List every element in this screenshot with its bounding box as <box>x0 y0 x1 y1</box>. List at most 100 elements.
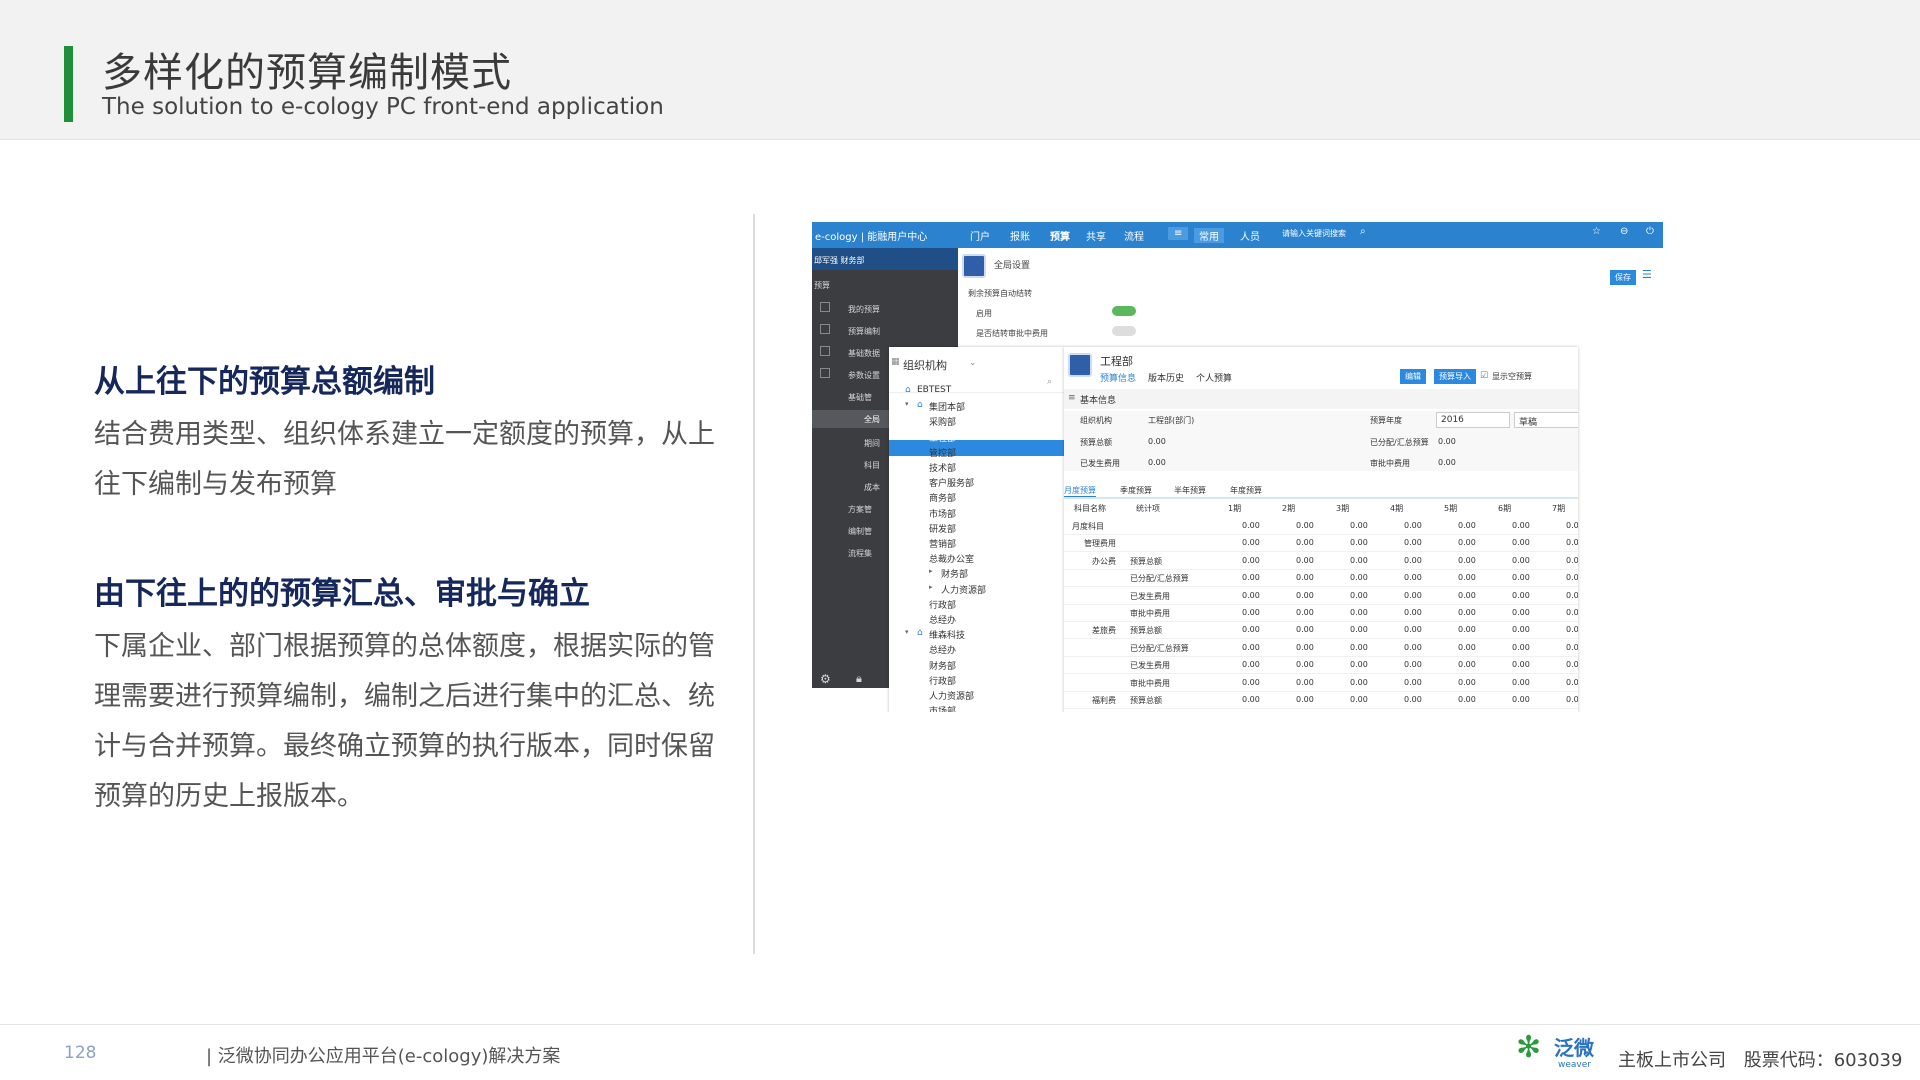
pending-field-value: 0.00 <box>1438 458 1456 467</box>
tree-caret-icon[interactable]: ▾ <box>905 628 909 636</box>
search-input[interactable]: 请输入关键词搜索 <box>1282 228 1346 239</box>
chevron-down-icon[interactable]: ⌄ <box>969 358 977 368</box>
table-row <box>1064 518 1578 535</box>
tree-node[interactable]: 人力资源部 <box>929 689 974 702</box>
nav-common[interactable]: 常用 <box>1194 228 1224 243</box>
tree-node[interactable]: 客户服务部 <box>929 476 974 489</box>
tree-node[interactable]: 维森科技 <box>929 628 965 641</box>
tree-node[interactable]: 研发部 <box>929 522 956 535</box>
menu-icon[interactable]: ≡ <box>1168 227 1189 240</box>
tree-node[interactable]: 管控部 <box>929 446 956 459</box>
tree-node[interactable]: 市场部 <box>929 507 956 520</box>
status-select[interactable]: 草稿 <box>1514 412 1578 428</box>
year-select[interactable]: 2016 <box>1436 412 1510 428</box>
tab-personal-budget[interactable]: 个人预算 <box>1196 371 1232 384</box>
nav-expense[interactable]: 报账 <box>1010 228 1030 243</box>
nav-home[interactable]: 门户 <box>970 228 990 243</box>
table-cell-value: 0.00 <box>1512 695 1530 704</box>
table-cell-value: 0.00 <box>1566 660 1578 670</box>
sidebar-user: 邱军强 财务部 <box>812 248 958 270</box>
tree-node[interactable]: 财务部 <box>941 567 968 580</box>
nav-share[interactable]: 共享 <box>1086 228 1106 243</box>
sidebar-item-subject[interactable]: 科目 <box>864 460 880 471</box>
sidebar-item-flow[interactable]: 流程集 <box>848 548 872 559</box>
tree-node[interactable]: 商务部 <box>929 491 956 504</box>
accent-bar <box>64 46 73 122</box>
sidebar-item-base-mgmt[interactable]: 基础管 <box>848 392 872 403</box>
total-field-label: 预算总额 <box>1080 438 1112 447</box>
search-icon[interactable]: ⌕ <box>1360 226 1366 237</box>
tree-node[interactable]: 营销部 <box>929 537 956 550</box>
footer-line <box>0 1024 1920 1025</box>
stock-code: 股票代码：603039 <box>1743 1050 1903 1071</box>
table-cell-value: 0.00 <box>1458 521 1476 530</box>
logo-text: 泛微 <box>1554 1036 1594 1060</box>
table-cell-value: 0.00 <box>1404 555 1422 565</box>
sidebar-item-edit-mgmt[interactable]: 编制管 <box>848 526 872 537</box>
list-icon[interactable]: ☰ <box>1642 268 1652 281</box>
slide-title: 多样化的预算编制模式 <box>102 50 512 96</box>
spent-field-value: 0.00 <box>1148 458 1166 467</box>
tree-caret-icon[interactable]: ▸ <box>929 567 933 575</box>
table-cell-label: 审批中费用 <box>1130 609 1170 618</box>
para-bottom-up: 下属企业、部门根据预算的总体额度，根据实际的管理需要进行预算编制，编制之后进行集… <box>94 631 715 812</box>
tab-half-year[interactable]: 半年预算 <box>1174 485 1206 496</box>
tab-quarterly[interactable]: 季度预算 <box>1120 485 1152 496</box>
table-cell-value: 0.00 <box>1458 677 1476 687</box>
table-header: 统计项 <box>1136 504 1160 513</box>
nav-workflow[interactable]: 流程 <box>1124 228 1144 243</box>
table-cell-value: 0.00 <box>1296 608 1314 617</box>
sidebar-item-scheme[interactable]: 方案管 <box>848 504 872 515</box>
table-cell-value: 0.00 <box>1458 625 1476 635</box>
tree-node[interactable]: 总裁办公室 <box>929 552 974 565</box>
tree-node[interactable]: 集团本部 <box>929 400 965 413</box>
sidebar-item-period[interactable]: 期间 <box>864 438 880 449</box>
tree-node[interactable]: 总经办 <box>929 643 956 656</box>
checkbox-icon[interactable]: ☑ <box>1480 371 1488 381</box>
table-row <box>1064 535 1578 553</box>
footer-text: | 泛微协同办公应用平台(e-cology)解决方案 <box>206 1046 561 1067</box>
sidebar-item-params[interactable]: 参数设置 <box>848 370 880 381</box>
table-cell-value: 0.00 <box>1242 608 1260 617</box>
tab-yearly[interactable]: 年度预算 <box>1230 485 1262 496</box>
power-icon[interactable]: ⏻ <box>1646 226 1654 237</box>
minus-circle-icon[interactable]: ⊖ <box>1620 226 1628 237</box>
nav-budget[interactable]: 预算 <box>1050 228 1070 243</box>
search-icon[interactable]: ⌕ <box>1047 377 1052 387</box>
tree-node[interactable]: 采购部 <box>929 415 956 428</box>
tree-node[interactable]: EBTEST <box>917 385 951 395</box>
sidebar-item-budget-edit[interactable]: 预算编制 <box>848 326 880 337</box>
vertical-divider <box>753 214 755 954</box>
lock-icon[interactable]: 🔒︎ <box>856 672 862 686</box>
tree-caret-icon[interactable]: ▸ <box>929 583 933 591</box>
import-button[interactable]: 预算导入 <box>1434 369 1476 384</box>
tree-node[interactable]: 人力资源部 <box>941 583 986 596</box>
tree-node[interactable]: 行政部 <box>929 598 956 611</box>
sidebar-item-my-budget[interactable]: 我的预算 <box>848 304 880 315</box>
star-icon[interactable]: ☆ <box>1592 226 1601 237</box>
tree-node[interactable]: 工程部 <box>929 431 956 444</box>
edit-button[interactable]: 编辑 <box>1400 369 1426 384</box>
table-cell-value: 0.00 <box>1404 695 1422 704</box>
table-cell-value: 0.00 <box>1296 695 1314 704</box>
tree-node[interactable]: 行政部 <box>929 674 956 687</box>
settings-icon[interactable]: ⚙ <box>820 672 831 686</box>
tab-version-history[interactable]: 版本历史 <box>1148 371 1184 384</box>
sidebar-item-base-data[interactable]: 基础数据 <box>848 348 880 359</box>
tree-node[interactable]: 技术部 <box>929 461 956 474</box>
tree-caret-icon[interactable]: ▾ <box>905 400 909 408</box>
carry-pending-toggle[interactable] <box>1112 326 1136 336</box>
table-header: 2期 <box>1282 504 1296 513</box>
tree-node[interactable]: 总经办 <box>929 613 956 626</box>
home-icon: ⌂ <box>917 400 923 411</box>
tree-node[interactable]: 市场部 <box>929 704 956 712</box>
enable-toggle[interactable] <box>1112 306 1136 316</box>
tab-budget-info[interactable]: 预算信息 <box>1100 371 1136 384</box>
sidebar-item-cost[interactable]: 成本 <box>864 482 880 493</box>
people-select[interactable]: 人员 <box>1240 228 1260 243</box>
tree-node[interactable]: 财务部 <box>929 659 956 672</box>
org-tree-panel: ▦ 组织机构 ⌄ ⌕ ⌂ EBTEST ▾ ⌂ 集团本部 采购部 工程部 管控部 技术部 客户服务… <box>889 347 1064 712</box>
org-search-input[interactable] <box>889 375 1064 393</box>
alloc-field-value: 0.00 <box>1438 437 1456 446</box>
save-button[interactable]: 保存 <box>1610 270 1636 285</box>
